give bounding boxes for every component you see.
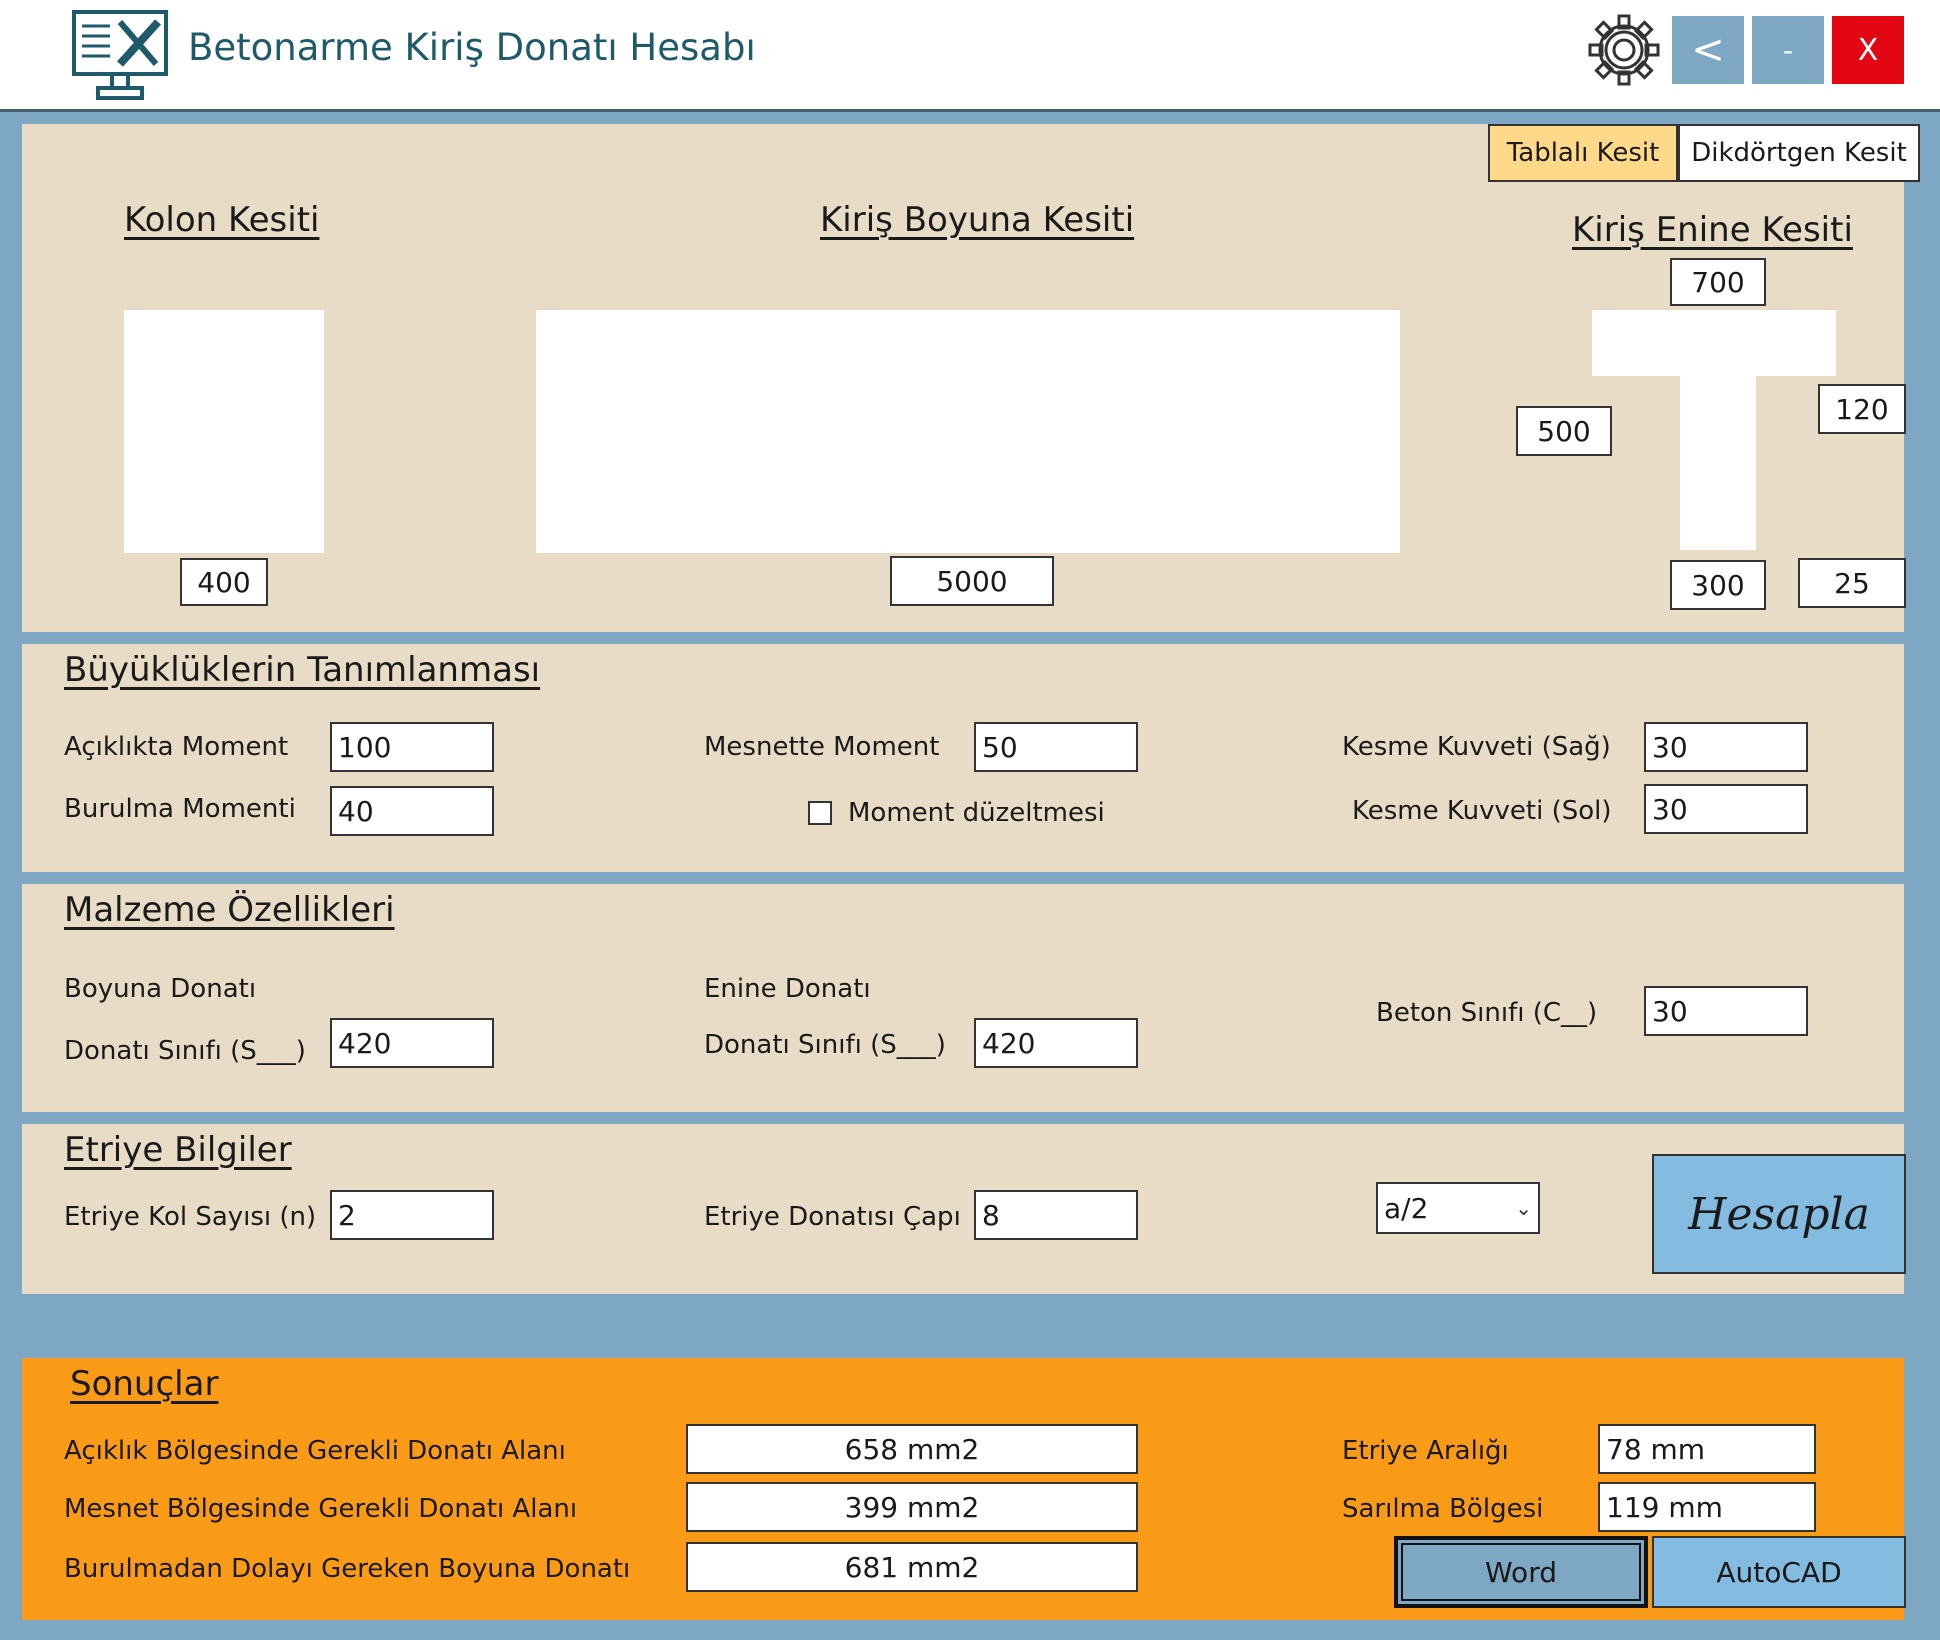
shear-left-input[interactable]: 30 [1644, 784, 1808, 834]
long-rebar-class-label: Donatı Sınıfı (S___) [64, 1036, 306, 1066]
span-area-output: 658 mm2 [686, 1424, 1138, 1474]
confinement-zone-output: 119 mm [1598, 1482, 1816, 1532]
beam-longitudinal-drawing [536, 310, 1400, 553]
material-title: Malzeme Özellikleri [64, 890, 395, 930]
beam-longitudinal-title: Kiriş Boyuna Kesiti [820, 200, 1135, 240]
shear-right-label: Kesme Kuvveti (Sağ) [1342, 732, 1611, 762]
stirrup-spacing-output: 78 mm [1598, 1424, 1816, 1474]
stirrup-legs-input[interactable]: 2 [330, 1190, 494, 1240]
span-area-label: Açıklık Bölgesinde Gerekli Donatı Alanı [64, 1436, 566, 1466]
column-section-drawing [124, 310, 324, 553]
support-area-label: Mesnet Bölgesinde Gerekli Donatı Alanı [64, 1494, 578, 1524]
web-width-input[interactable]: 300 [1670, 560, 1766, 610]
flange-thickness-input[interactable]: 120 [1818, 384, 1906, 434]
close-button[interactable]: X [1832, 16, 1904, 84]
tab-rectangular-section[interactable]: Dikdörtgen Kesit [1678, 124, 1920, 182]
stirrup-diameter-input[interactable]: 8 [974, 1190, 1138, 1240]
column-section-title: Kolon Kesiti [124, 200, 320, 240]
stirrup-spacing-label: Etriye Aralığı [1342, 1436, 1509, 1466]
chevron-down-icon: ⌄ [1515, 1196, 1532, 1220]
export-word-button[interactable]: Word [1394, 1536, 1648, 1608]
settings-gear-icon[interactable] [1586, 12, 1662, 88]
column-width-input[interactable]: 400 [180, 558, 268, 606]
export-autocad-button[interactable]: AutoCAD [1652, 1536, 1906, 1608]
spacing-select[interactable]: a/2 ⌄ [1376, 1182, 1540, 1234]
back-button[interactable]: < [1672, 16, 1744, 84]
support-area-output: 399 mm2 [686, 1482, 1138, 1532]
moment-correction-checkbox[interactable] [808, 801, 832, 825]
torsion-moment-label: Burulma Momenti [64, 794, 296, 824]
calculate-button[interactable]: Hesapla [1652, 1154, 1906, 1274]
span-moment-input[interactable]: 100 [330, 722, 494, 772]
loads-title: Büyüklüklerin Tanımlanması [64, 650, 541, 690]
results-title: Sonuçlar [70, 1364, 219, 1404]
flange-width-input[interactable]: 700 [1670, 258, 1766, 306]
trans-rebar-class-input[interactable]: 420 [974, 1018, 1138, 1068]
spacing-select-value: a/2 [1384, 1191, 1429, 1225]
torsion-area-label: Burulmadan Dolayı Gereken Boyuna Donatı [64, 1554, 631, 1584]
moment-correction-label: Moment düzeltmesi [848, 798, 1105, 828]
long-rebar-class-input[interactable]: 420 [330, 1018, 494, 1068]
trans-rebar-class-label: Donatı Sınıfı (S___) [704, 1030, 946, 1060]
shear-left-label: Kesme Kuvveti (Sol) [1352, 796, 1612, 826]
shear-right-input[interactable]: 30 [1644, 722, 1808, 772]
beam-web-drawing [1680, 376, 1756, 550]
concrete-class-label: Beton Sınıfı (C__) [1376, 998, 1598, 1028]
tab-flanged-section[interactable]: Tablalı Kesit [1488, 124, 1678, 182]
span-moment-label: Açıklıkta Moment [64, 732, 289, 762]
minimize-button[interactable]: - [1752, 16, 1824, 84]
app-logo-icon [72, 10, 168, 100]
stirrup-legs-label: Etriye Kol Sayısı (n) [64, 1202, 317, 1232]
trans-rebar-heading: Enine Donatı [704, 974, 871, 1004]
torsion-moment-input[interactable]: 40 [330, 786, 494, 836]
beam-cross-section-title: Kiriş Enine Kesiti [1572, 210, 1853, 250]
support-moment-label: Mesnette Moment [704, 732, 940, 762]
beam-length-input[interactable]: 5000 [890, 556, 1054, 606]
confinement-zone-label: Sarılma Bölgesi [1342, 1494, 1544, 1524]
long-rebar-heading: Boyuna Donatı [64, 974, 257, 1004]
stirrup-title: Etriye Bilgiler [64, 1130, 292, 1170]
stirrup-diameter-label: Etriye Donatısı Çapı [704, 1202, 961, 1232]
cover-input[interactable]: 25 [1798, 558, 1906, 608]
app-title: Betonarme Kiriş Donatı Hesabı [188, 26, 756, 69]
beam-height-input[interactable]: 500 [1516, 406, 1612, 456]
torsion-area-output: 681 mm2 [686, 1542, 1138, 1592]
beam-flange-drawing [1592, 310, 1836, 376]
concrete-class-input[interactable]: 30 [1644, 986, 1808, 1036]
support-moment-input[interactable]: 50 [974, 722, 1138, 772]
